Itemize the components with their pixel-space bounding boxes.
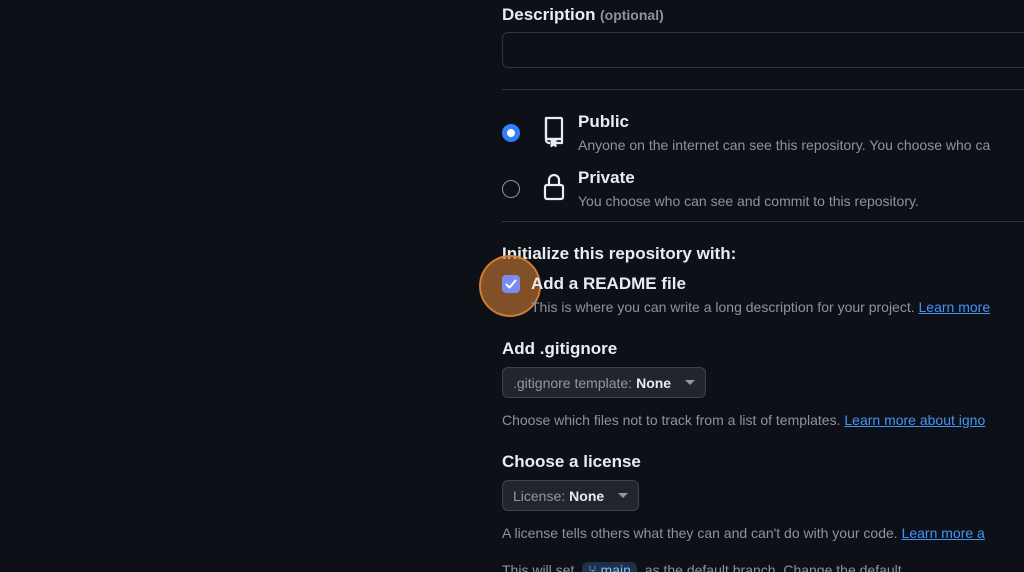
git-branch-icon: ⑂ <box>588 562 597 572</box>
gitignore-select-prefix: .gitignore template: <box>513 374 633 391</box>
private-title: Private <box>578 168 635 187</box>
readme-label[interactable]: Add a README file <box>531 274 686 294</box>
license-hint-row: A license tells others what they can and… <box>502 525 985 541</box>
branch-chip: ⑂ main <box>582 562 637 572</box>
license-learn-more-link[interactable]: Learn more a <box>902 525 985 541</box>
private-radio[interactable] <box>502 180 520 198</box>
gitignore-heading: Add .gitignore <box>502 339 618 358</box>
gitignore-template-select[interactable]: .gitignore template: None <box>502 367 707 398</box>
branch-note-suffix: as the default branch. Change the defaul… <box>644 562 902 572</box>
checkmark-icon <box>505 279 517 289</box>
initialize-heading: Initialize this repository with: <box>502 244 737 263</box>
divider <box>502 221 1024 222</box>
license-select[interactable]: License: None <box>502 480 640 511</box>
branch-note-prefix: This will set <box>502 562 575 572</box>
caret-down-icon <box>618 493 629 498</box>
repo-icon <box>542 115 566 147</box>
gitignore-select-value: None <box>636 374 672 391</box>
public-radio[interactable] <box>502 124 520 142</box>
public-title: Public <box>578 112 630 131</box>
public-description: Anyone on the internet can see this repo… <box>578 137 991 153</box>
caret-down-icon <box>685 380 696 385</box>
description-label: Description <box>502 5 596 24</box>
readme-learn-more-link[interactable]: Learn more <box>919 299 991 315</box>
description-input[interactable] <box>502 32 1024 68</box>
license-select-prefix: License: <box>513 487 566 504</box>
readme-description: This is where you can write a long descr… <box>531 299 915 315</box>
divider <box>502 89 1024 90</box>
gitignore-hint-row: Choose which files not to track from a l… <box>502 412 985 428</box>
private-description: You choose who can see and commit to thi… <box>578 193 919 209</box>
default-branch-note: This will set ⑂ main as the default bran… <box>502 562 902 572</box>
license-hint: A license tells others what they can and… <box>502 525 898 541</box>
gitignore-hint: Choose which files not to track from a l… <box>502 412 841 428</box>
readme-description-row: This is where you can write a long descr… <box>531 299 990 315</box>
readme-checkbox[interactable] <box>502 275 520 293</box>
lock-icon <box>542 171 566 203</box>
optional-label: (optional) <box>599 7 664 23</box>
license-select-value: None <box>569 487 605 504</box>
page: Description (optional) Public Anyone on … <box>0 0 1024 572</box>
branch-name: main <box>600 562 631 572</box>
license-heading: Choose a license <box>502 452 641 471</box>
description-label-row: Description (optional) <box>502 5 664 25</box>
gitignore-learn-more-link[interactable]: Learn more about igno <box>844 412 985 428</box>
